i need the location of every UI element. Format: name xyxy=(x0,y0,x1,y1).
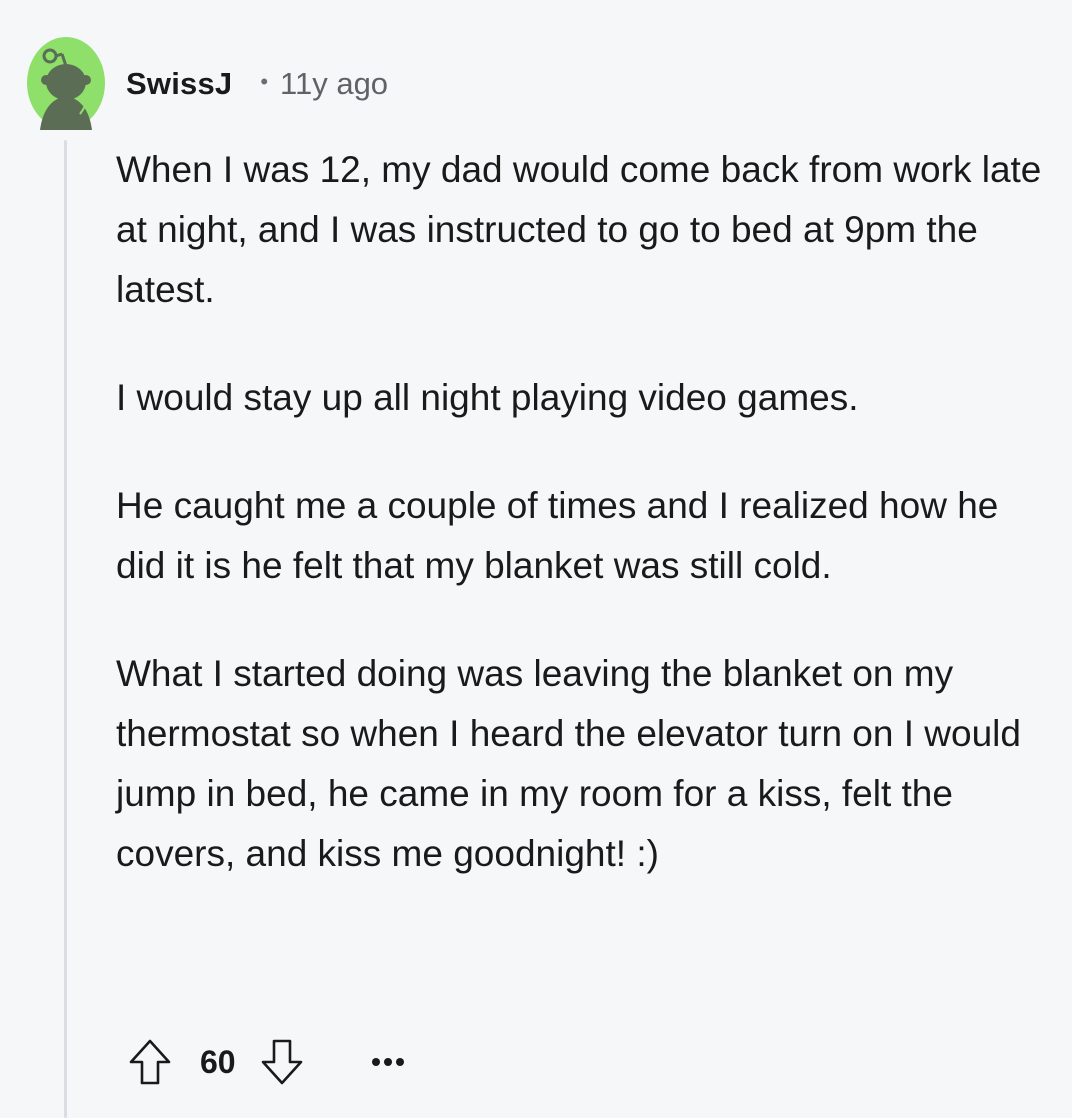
comment: SwissJ • 11y ago When I was 12, my dad w… xyxy=(0,0,1072,1118)
comment-paragraph: I would stay up all night playing video … xyxy=(116,377,859,418)
vote-score: 60 xyxy=(200,1043,236,1080)
user-avatar[interactable] xyxy=(26,36,106,130)
upvote-button[interactable] xyxy=(128,1038,172,1086)
comment-actions: 60 xyxy=(128,1036,412,1088)
upvote-arrow-icon xyxy=(129,1039,171,1085)
downvote-arrow-icon xyxy=(261,1039,302,1085)
comment-paragraph: What I started doing was leaving the bla… xyxy=(116,653,1021,874)
meta-separator: • xyxy=(260,69,269,94)
snoo-avatar-icon xyxy=(27,37,105,130)
comment-paragraph: When I was 12, my dad would come back fr… xyxy=(116,149,1042,310)
more-options-button[interactable] xyxy=(364,1038,412,1086)
downvote-button[interactable] xyxy=(260,1038,304,1086)
thread-line[interactable] xyxy=(64,140,67,1118)
comment-body: When I was 12, my dad would come back fr… xyxy=(116,140,1046,884)
more-options-icon xyxy=(371,1058,404,1066)
comment-age: 11y ago xyxy=(280,66,389,101)
username[interactable]: SwissJ xyxy=(126,66,232,102)
comment-paragraph: He caught me a couple of times and I rea… xyxy=(116,485,999,586)
comment-header: SwissJ • 11y ago xyxy=(126,62,388,106)
